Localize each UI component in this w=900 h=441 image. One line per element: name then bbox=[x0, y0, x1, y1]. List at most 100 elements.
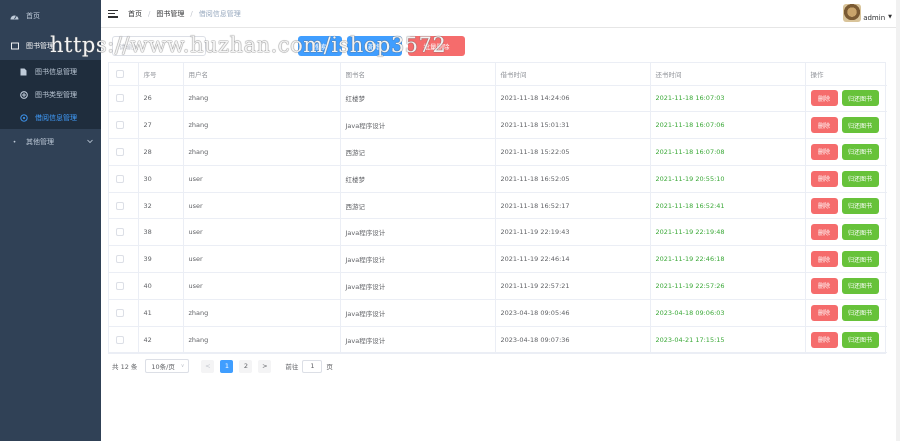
sidebar-item-label: 图书类型管理 bbox=[35, 90, 77, 99]
cell-bookname: 红楼梦 bbox=[340, 165, 496, 193]
sidebar-group-other[interactable]: • 其他管理 bbox=[0, 129, 101, 155]
cell-id: 28 bbox=[138, 138, 184, 166]
cell-username: zhang bbox=[183, 138, 341, 166]
row-checkbox[interactable] bbox=[116, 255, 124, 264]
delete-button[interactable]: 删除 bbox=[810, 90, 838, 107]
avatar[interactable] bbox=[843, 4, 862, 22]
row-select-cell bbox=[109, 326, 139, 354]
return-book-button[interactable]: 归还图书 bbox=[841, 304, 879, 321]
sidebar-item-book-info[interactable]: 图书信息管理 bbox=[0, 60, 101, 83]
user-dropdown[interactable]: admin ▼ bbox=[843, 4, 892, 22]
delete-button[interactable]: 删除 bbox=[810, 331, 838, 348]
cell-id: 42 bbox=[138, 326, 184, 354]
return-book-button[interactable]: 归还图书 bbox=[841, 224, 879, 241]
delete-button[interactable]: 删除 bbox=[810, 277, 838, 294]
delete-button[interactable]: 删除 bbox=[810, 224, 838, 241]
return-book-button[interactable]: 归还图书 bbox=[841, 277, 879, 294]
row-checkbox[interactable] bbox=[116, 335, 124, 344]
cell-return-time: 2021-11-19 22:57:26 bbox=[650, 272, 806, 300]
search-button[interactable]: 搜索 bbox=[298, 36, 342, 56]
column-header-id: 序号 bbox=[138, 63, 184, 86]
row-checkbox[interactable] bbox=[116, 121, 124, 130]
cell-id: 27 bbox=[138, 111, 184, 140]
delete-button[interactable]: 删除 bbox=[810, 170, 838, 187]
row-checkbox[interactable] bbox=[116, 308, 124, 317]
cell-username: user bbox=[183, 165, 341, 193]
page-scrollbar[interactable] bbox=[896, 0, 900, 441]
pagination-total: 共 12 条 bbox=[112, 363, 138, 371]
add-button[interactable]: 新增 bbox=[347, 36, 402, 56]
delete-button[interactable]: 删除 bbox=[810, 304, 838, 321]
cell-actions: 删除 归还图书 bbox=[805, 218, 887, 247]
cell-borrow-time: 2023-04-18 09:07:36 bbox=[495, 326, 651, 354]
row-checkbox[interactable] bbox=[116, 147, 124, 156]
return-book-button[interactable]: 归还图书 bbox=[841, 251, 879, 268]
cell-actions: 删除 归还图书 bbox=[805, 138, 887, 166]
row-select-cell bbox=[109, 218, 139, 247]
breadcrumb-item-home[interactable]: 首页 bbox=[128, 9, 142, 19]
return-book-button[interactable]: 归还图书 bbox=[841, 90, 879, 107]
search-input[interactable]: 请输入 bbox=[112, 36, 206, 56]
sidebar-item-label: 首页 bbox=[26, 12, 40, 20]
cell-borrow-time: 2021-11-19 22:57:21 bbox=[495, 272, 651, 300]
goto-page-input[interactable]: 1 bbox=[302, 359, 323, 373]
row-checkbox[interactable] bbox=[116, 281, 124, 290]
cell-bookname: Java程序设计 bbox=[340, 299, 496, 327]
table-row: 26 zhang 红楼梦 2021-11-18 14:24:06 2021-11-18 … bbox=[109, 85, 887, 113]
cell-actions: 删除 归还图书 bbox=[805, 299, 887, 327]
cell-actions: 删除 归还图书 bbox=[805, 272, 887, 300]
sidebar-item-home[interactable]: 首页 bbox=[0, 0, 101, 32]
dashboard-icon bbox=[10, 12, 19, 21]
cell-username: user bbox=[183, 218, 341, 247]
row-select-cell bbox=[109, 85, 139, 113]
table-header-row: 序号 用户名 图书名 借书时间 还书时间 操作 bbox=[109, 63, 887, 86]
cell-return-time: 2023-04-21 17:15:15 bbox=[650, 326, 806, 354]
table-row: 42 zhang Java程序设计 2023-04-18 09:07:36 2023-0… bbox=[109, 326, 887, 354]
page-1-button[interactable]: 1 bbox=[220, 359, 234, 373]
username[interactable]: admin bbox=[863, 14, 885, 22]
row-checkbox[interactable] bbox=[116, 174, 124, 183]
return-book-button[interactable]: 归还图书 bbox=[841, 117, 879, 134]
cell-return-time: 2021-11-18 16:07:03 bbox=[650, 85, 806, 113]
table-row: 40 user Java程序设计 2021-11-19 22:57:21 2021-11… bbox=[109, 272, 887, 300]
next-page-button[interactable]: > bbox=[258, 359, 272, 373]
cell-return-time: 2021-11-19 22:46:18 bbox=[650, 245, 806, 274]
page-2-button[interactable]: 2 bbox=[239, 359, 253, 373]
cell-actions: 删除 归还图书 bbox=[805, 245, 887, 274]
sidebar-item-book-type[interactable]: 图书类型管理 bbox=[0, 83, 101, 106]
return-book-button[interactable]: 归还图书 bbox=[841, 331, 879, 348]
cell-actions: 删除 归还图书 bbox=[805, 85, 887, 113]
chevron-down-icon: ∨ bbox=[180, 363, 185, 369]
delete-button[interactable]: 删除 bbox=[810, 197, 838, 214]
cell-return-time: 2023-04-18 09:06:03 bbox=[650, 299, 806, 327]
sidebar-group-label: 图书管理 bbox=[26, 42, 54, 50]
caret-down-icon[interactable]: ▼ bbox=[888, 14, 892, 20]
table-row: 38 user Java程序设计 2021-11-19 22:19:43 2021-11… bbox=[109, 218, 887, 247]
document-icon bbox=[19, 67, 28, 76]
cell-username: zhang bbox=[183, 85, 341, 113]
select-all-checkbox[interactable] bbox=[116, 69, 124, 78]
delete-button[interactable]: 删除 bbox=[810, 143, 838, 160]
return-book-button[interactable]: 归还图书 bbox=[841, 170, 879, 187]
batch-delete-button[interactable]: 批量删除 bbox=[408, 36, 465, 56]
cell-borrow-time: 2021-11-18 16:52:05 bbox=[495, 165, 651, 193]
return-book-button[interactable]: 归还图书 bbox=[841, 143, 879, 160]
row-checkbox[interactable] bbox=[116, 228, 124, 237]
hamburger-icon[interactable] bbox=[108, 9, 118, 19]
goto-suffix: 页 bbox=[326, 363, 333, 371]
return-book-button[interactable]: 归还图书 bbox=[841, 197, 879, 214]
breadcrumb-item-book-mgmt[interactable]: 图书管理 bbox=[156, 9, 184, 19]
prev-page-button[interactable]: < bbox=[201, 359, 215, 373]
delete-button[interactable]: 删除 bbox=[810, 117, 838, 134]
sidebar-group-book-mgmt[interactable]: 图书管理 bbox=[0, 32, 101, 60]
chevron-down-icon bbox=[87, 139, 93, 146]
row-checkbox[interactable] bbox=[116, 94, 124, 103]
row-checkbox[interactable] bbox=[116, 201, 124, 210]
cell-bookname: 红楼梦 bbox=[340, 85, 496, 113]
dot-icon: • bbox=[12, 138, 17, 146]
sidebar-item-borrow-info[interactable]: 借阅信息管理 bbox=[0, 106, 101, 129]
page-size-select[interactable]: 10条/页 ∨ bbox=[145, 359, 190, 373]
delete-button[interactable]: 删除 bbox=[810, 251, 838, 268]
top-navbar: 首页 / 图书管理 / 借阅信息管理 admin ▼ bbox=[101, 0, 900, 28]
row-select-cell bbox=[109, 138, 139, 166]
